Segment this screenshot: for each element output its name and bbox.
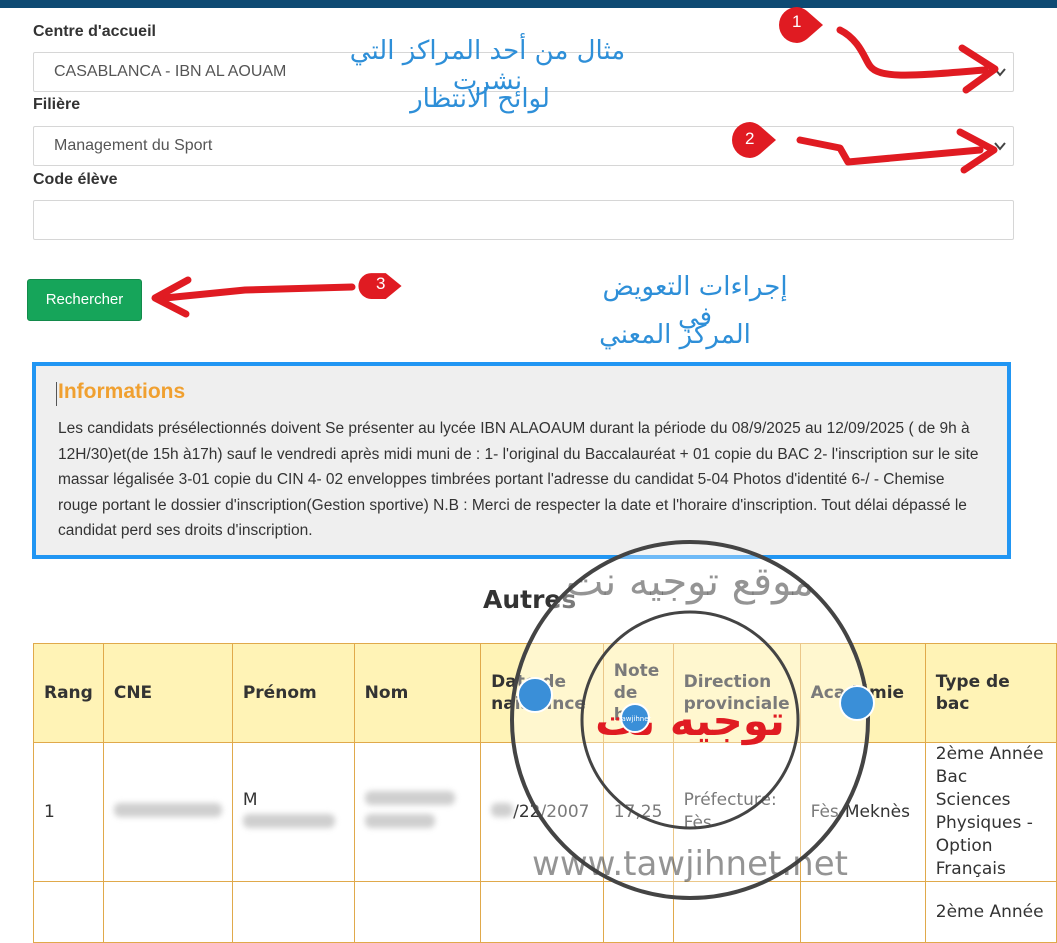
arrow-2 [796, 136, 984, 166]
watermark-seal: موقع توجيه نت www.tawjihnet.net توجيه نت… [510, 540, 875, 900]
badge-3-number: 3 [376, 274, 386, 293]
watermark-url: www.tawjihnet.net [532, 844, 848, 884]
watermark-arabic: موقع توجيه نت [566, 559, 814, 605]
watermark-logo-small: tawjihnet [619, 715, 652, 723]
badge-2-number: 2 [745, 129, 755, 148]
badge-1-number: 1 [792, 12, 802, 31]
arrow-3 [161, 283, 356, 302]
